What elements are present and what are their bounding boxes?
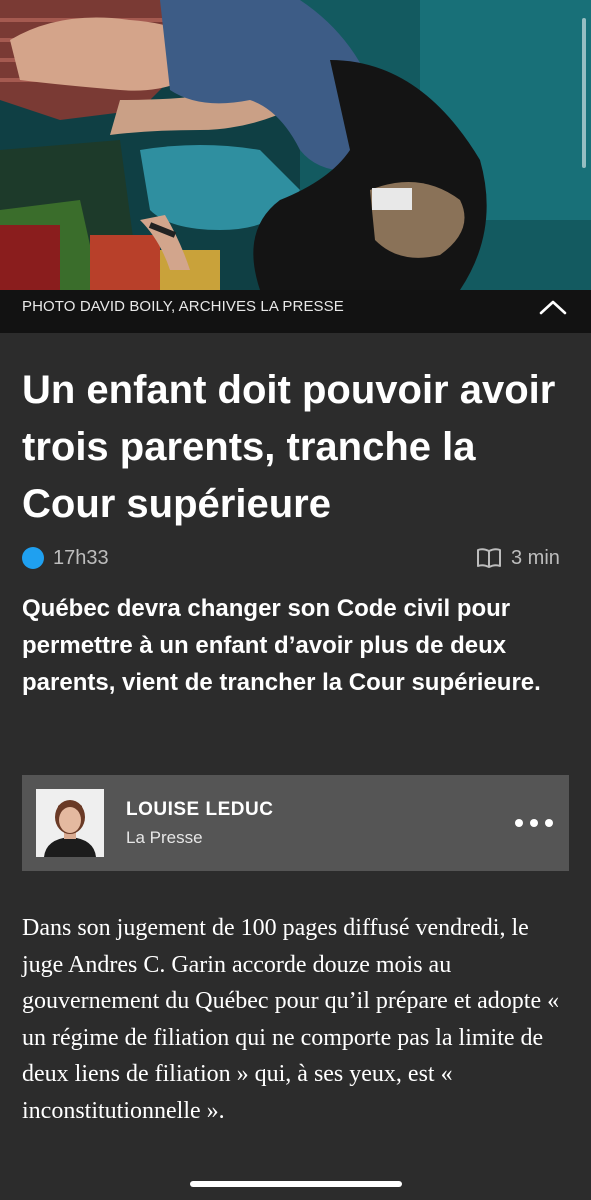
article-lede: Québec devra changer son Code civil pour… bbox=[22, 595, 541, 696]
article-body-paragraph: Dans son jugement de 100 pages diffusé v… bbox=[22, 915, 560, 1124]
caption-collapse-button[interactable] bbox=[536, 294, 570, 320]
author-card[interactable]: LOUISE LEDUC La Presse bbox=[22, 775, 569, 871]
author-avatar bbox=[36, 789, 104, 857]
hero-image bbox=[0, 0, 591, 290]
reading-time: 3 min bbox=[511, 547, 560, 569]
author-name: LOUISE LEDUC bbox=[126, 799, 274, 820]
photo-credit: PHOTO DAVID BOILY, ARCHIVES LA PRESSE bbox=[22, 298, 344, 315]
article-title: Un enfant doit pouvoir avoir trois paren… bbox=[22, 368, 556, 526]
more-dots-icon[interactable] bbox=[513, 811, 555, 835]
scroll-indicator[interactable] bbox=[582, 18, 586, 168]
home-indicator[interactable] bbox=[190, 1181, 402, 1187]
live-indicator-dot bbox=[22, 547, 44, 569]
book-open-icon bbox=[477, 548, 501, 568]
hero-photo bbox=[0, 0, 591, 290]
publish-time: 17h33 bbox=[53, 547, 109, 569]
author-organization: La Presse bbox=[126, 828, 203, 847]
chevron-up-icon bbox=[539, 300, 567, 315]
